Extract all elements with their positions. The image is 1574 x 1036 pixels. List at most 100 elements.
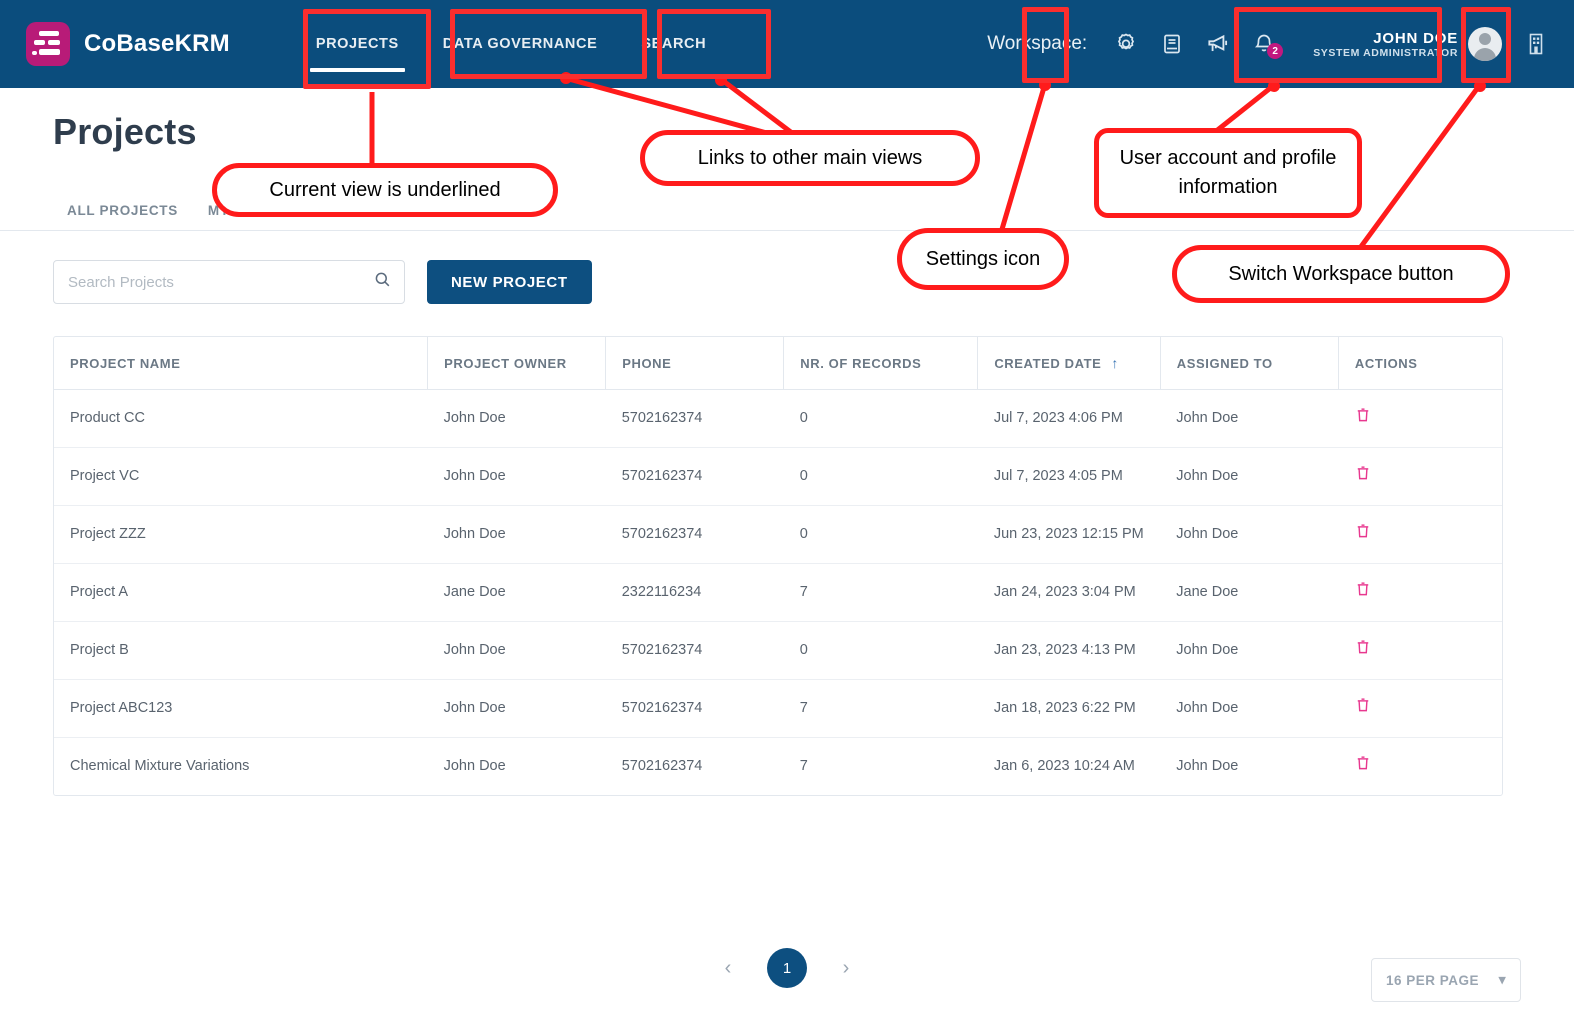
tab-my-projects[interactable]: MY: [194, 192, 246, 230]
chevron-down-icon[interactable]: ▾: [1499, 972, 1506, 988]
cell-assigned-to: John Doe: [1160, 389, 1339, 449]
table-row[interactable]: Project ABC123 John Doe 5702162374 7 Jan…: [54, 679, 1502, 739]
cell-project-name[interactable]: Project B: [54, 621, 428, 681]
table-row[interactable]: Chemical Mixture Variations John Doe 570…: [54, 738, 1502, 796]
user-name: JOHN DOE: [1373, 29, 1458, 47]
megaphone-icon[interactable]: [1195, 21, 1241, 67]
notification-badge: 2: [1267, 43, 1284, 59]
cell-assigned-to: John Doe: [1176, 758, 1239, 775]
cell-phone: 5702162374: [605, 505, 784, 565]
nav-link-data-governance[interactable]: DATA GOVERNANCE: [421, 0, 620, 88]
per-page-value: 16 PER PAGE: [1386, 972, 1480, 988]
pagination-prev-button[interactable]: ‹: [711, 951, 745, 985]
search-icon[interactable]: [373, 270, 392, 294]
table-row[interactable]: Project B John Doe 5702162374 0 Jan 23, …: [54, 621, 1502, 681]
user-role: SYSTEM ADMINISTRATOR: [1313, 46, 1458, 59]
tab-all-projects[interactable]: ALL PROJECTS: [53, 192, 194, 230]
cell-nr-of-records: 0: [783, 447, 978, 507]
cell-actions: [1338, 389, 1502, 449]
bell-icon[interactable]: 2: [1241, 21, 1287, 67]
column-header-project-name[interactable]: PROJECT NAME: [54, 337, 429, 390]
cell-nr-of-records: 0: [783, 621, 978, 681]
view-tabs: ALL PROJECTS MY: [53, 192, 246, 230]
projects-table: PROJECT NAME PROJECT OWNER PHONE NR. OF …: [53, 336, 1503, 797]
brand-name: CoBaseKRM: [84, 30, 230, 57]
sort-ascending-icon[interactable]: ↑: [1111, 355, 1119, 371]
cell-assigned-to: John Doe: [1160, 505, 1339, 565]
table-body: Product CC John Doe 5702162374 0 Jul 7, …: [54, 389, 1502, 796]
cell-phone: 5702162374: [605, 679, 784, 739]
cell-actions: [1338, 738, 1502, 796]
delete-icon[interactable]: [1354, 522, 1372, 547]
page-title: Projects: [53, 111, 197, 152]
cell-created-date: Jul 7, 2023 4:06 PM: [977, 389, 1161, 449]
delete-icon[interactable]: [1354, 754, 1372, 779]
cell-assigned-to: John Doe: [1160, 679, 1339, 739]
nav-right-group: Workspace: 2 JOHN DOE SYSTEM ADMINISTRAT…: [987, 0, 1574, 88]
cell-created-date: Jan 24, 2023 3:04 PM: [977, 563, 1161, 623]
column-header-created-date-label: CREATED DATE: [994, 356, 1102, 371]
cell-assigned-to: John Doe: [1160, 447, 1339, 507]
building-icon[interactable]: [1512, 17, 1560, 71]
nav-link-projects[interactable]: PROJECTS: [294, 0, 421, 88]
table-header-row: PROJECT NAME PROJECT OWNER PHONE NR. OF …: [54, 337, 1502, 390]
cell-project-name[interactable]: Project VC: [54, 447, 428, 507]
cell-project-name[interactable]: Project ABC123: [54, 679, 428, 739]
nav-link-search[interactable]: SEARCH: [619, 0, 728, 88]
top-navigation-bar: CoBaseKRM PROJECTS DATA GOVERNANCE SEARC…: [0, 0, 1574, 88]
cell-nr-of-records: 7: [783, 679, 978, 739]
column-header-project-owner[interactable]: PROJECT OWNER: [427, 337, 607, 390]
cell-project-owner: John Doe: [427, 621, 606, 681]
cell-created-date: Jun 23, 2023 12:15 PM: [977, 505, 1161, 565]
cell-nr-of-records: 7: [799, 758, 808, 775]
cell-created-date: Jul 7, 2023 4:05 PM: [977, 447, 1161, 507]
tabs-divider: [0, 230, 1574, 231]
delete-icon[interactable]: [1354, 464, 1372, 489]
page-content: Projects ALL PROJECTS MY NEW PROJECT: [0, 88, 1574, 1036]
table-row[interactable]: Project A Jane Doe 2322116234 7 Jan 24, …: [54, 563, 1502, 623]
delete-icon[interactable]: [1354, 638, 1372, 663]
table-row[interactable]: Project ZZZ John Doe 5702162374 0 Jun 23…: [54, 505, 1502, 565]
cell-phone: 5702162374: [621, 758, 703, 775]
column-header-created-date[interactable]: CREATED DATE ↑: [977, 337, 1161, 390]
delete-icon[interactable]: [1354, 406, 1372, 431]
pagination-next-button[interactable]: ›: [829, 951, 863, 985]
cell-assigned-to: Jane Doe: [1160, 563, 1339, 623]
cell-actions: [1338, 447, 1502, 507]
cell-created-date: Jan 18, 2023 6:22 PM: [977, 679, 1161, 739]
per-page-select[interactable]: 16 PER PAGE ▾: [1371, 958, 1521, 1002]
pagination-page-1[interactable]: 1: [767, 948, 807, 988]
cell-phone: 5702162374: [605, 447, 784, 507]
cell-created-date: Jan 6, 2023 10:24 AM: [993, 758, 1135, 775]
table-row[interactable]: Project VC John Doe 5702162374 0 Jul 7, …: [54, 447, 1502, 507]
cell-assigned-to: John Doe: [1160, 621, 1339, 681]
new-project-button[interactable]: NEW PROJECT: [427, 260, 592, 304]
table-row[interactable]: Product CC John Doe 5702162374 0 Jul 7, …: [54, 389, 1502, 449]
delete-icon[interactable]: [1354, 696, 1372, 721]
cell-project-owner: John Doe: [427, 447, 606, 507]
cell-project-owner: John Doe: [443, 758, 506, 775]
cell-project-name[interactable]: Product CC: [54, 389, 428, 449]
cell-actions: [1338, 563, 1502, 623]
cell-project-name[interactable]: Project A: [54, 563, 428, 623]
cell-actions: [1338, 621, 1502, 681]
cell-project-owner: Jane Doe: [427, 563, 606, 623]
column-header-nr-of-records[interactable]: NR. OF RECORDS: [783, 337, 979, 390]
delete-icon[interactable]: [1354, 580, 1372, 605]
cell-phone: 5702162374: [605, 621, 784, 681]
column-header-phone[interactable]: PHONE: [605, 337, 785, 390]
cell-project-name[interactable]: Chemical Mixture Variations: [54, 738, 428, 796]
book-icon[interactable]: [1149, 21, 1195, 67]
column-header-assigned-to[interactable]: ASSIGNED TO: [1160, 337, 1339, 390]
search-input[interactable]: [68, 273, 373, 291]
search-projects-field[interactable]: [53, 260, 405, 304]
workspace-label: Workspace:: [987, 33, 1088, 54]
gear-icon[interactable]: [1103, 21, 1149, 67]
cell-actions: [1338, 679, 1502, 739]
cell-nr-of-records: 0: [783, 389, 978, 449]
cobasekrm-logo-icon: [26, 22, 70, 66]
user-account-button[interactable]: JOHN DOE SYSTEM ADMINISTRATOR: [1295, 14, 1512, 74]
cell-created-date: Jan 23, 2023 4:13 PM: [977, 621, 1161, 681]
brand-logo[interactable]: CoBaseKRM: [26, 22, 230, 66]
cell-project-name[interactable]: Project ZZZ: [54, 505, 428, 565]
